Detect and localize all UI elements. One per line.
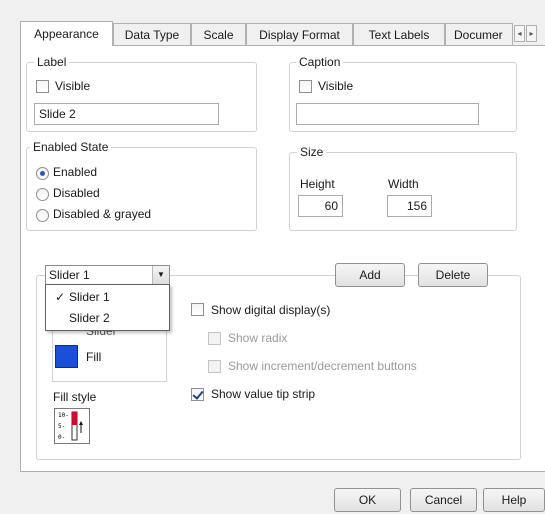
size-group xyxy=(289,152,517,231)
disabled-grayed-radio-label: Disabled & grayed xyxy=(53,207,152,221)
width-field[interactable]: 156 xyxy=(387,195,432,217)
dropdown-item-label: Slider 1 xyxy=(69,290,110,304)
enabled-state-title: Enabled State xyxy=(30,140,112,154)
enabled-radio-label: Enabled xyxy=(53,165,98,179)
label-text-field[interactable]: Slide 2 xyxy=(34,103,219,125)
chevron-down-icon[interactable]: ▼ xyxy=(152,266,169,284)
tab-scale[interactable]: Scale xyxy=(191,23,246,45)
caption-visible-checkbox[interactable] xyxy=(299,80,312,93)
dropdown-item-slider-2[interactable]: Slider 2 xyxy=(46,308,169,328)
show-incdec-label: Show increment/decrement buttons xyxy=(228,359,417,373)
help-button[interactable]: Help xyxy=(483,488,545,512)
fill-part-label: Fill xyxy=(86,350,102,364)
disabled-radio[interactable] xyxy=(36,188,49,201)
tab-display-format[interactable]: Display Format xyxy=(246,23,353,45)
height-label: Height xyxy=(300,177,335,191)
tab-appearance[interactable]: Appearance xyxy=(20,21,113,46)
tab-data-type[interactable]: Data Type xyxy=(113,23,191,45)
slider-select-dropdown: ✓ Slider 1 Slider 2 xyxy=(45,284,170,331)
svg-text:10-: 10- xyxy=(58,412,69,419)
enabled-radio[interactable] xyxy=(36,167,49,180)
add-button[interactable]: Add xyxy=(335,263,405,287)
caption-group-title: Caption xyxy=(296,55,344,69)
label-visible-label: Visible xyxy=(55,79,91,93)
height-field[interactable]: 60 xyxy=(298,195,343,217)
label-visible-checkbox[interactable] xyxy=(36,80,49,93)
label-group-title: Label xyxy=(34,55,70,69)
width-label: Width xyxy=(388,177,419,191)
svg-text:0-: 0- xyxy=(58,434,65,441)
dropdown-item-label: Slider 2 xyxy=(69,311,110,325)
svg-text:5-: 5- xyxy=(58,423,65,430)
slider-select-value: Slider 1 xyxy=(49,268,90,282)
show-incdec-checkbox[interactable] xyxy=(208,360,221,373)
fill-style-label: Fill style xyxy=(53,390,97,404)
delete-button[interactable]: Delete xyxy=(418,263,488,287)
size-group-title: Size xyxy=(297,145,327,159)
check-icon: ✓ xyxy=(55,290,66,304)
show-digital-checkbox[interactable] xyxy=(191,303,204,316)
tab-text-labels[interactable]: Text Labels xyxy=(353,23,445,45)
show-tip-strip-label: Show value tip strip xyxy=(211,387,316,401)
fill-color-swatch[interactable] xyxy=(55,345,78,368)
caption-text-field[interactable] xyxy=(296,103,479,125)
chevron-right-icon[interactable]: ▸ xyxy=(526,25,537,42)
disabled-radio-label: Disabled xyxy=(53,186,100,200)
tab-strip: Appearance Data Type Scale Display Forma… xyxy=(20,21,540,46)
show-radix-checkbox[interactable] xyxy=(208,332,221,345)
fill-style-button[interactable]: 10- 5- 0- xyxy=(54,408,90,444)
cancel-button[interactable]: Cancel xyxy=(410,488,477,512)
ok-button[interactable]: OK xyxy=(334,488,401,512)
disabled-grayed-radio[interactable] xyxy=(36,209,49,222)
show-digital-label: Show digital display(s) xyxy=(211,303,331,317)
dropdown-item-slider-1[interactable]: ✓ Slider 1 xyxy=(46,287,169,307)
show-tip-strip-checkbox[interactable] xyxy=(191,388,204,401)
show-radix-label: Show radix xyxy=(228,331,288,345)
chevron-left-icon[interactable]: ◂ xyxy=(514,25,525,42)
caption-visible-label: Visible xyxy=(318,79,354,93)
tab-documentation[interactable]: Documer xyxy=(445,23,513,45)
slider-select[interactable]: Slider 1 ▼ xyxy=(45,265,170,285)
fill-style-icon: 10- 5- 0- xyxy=(58,411,83,441)
